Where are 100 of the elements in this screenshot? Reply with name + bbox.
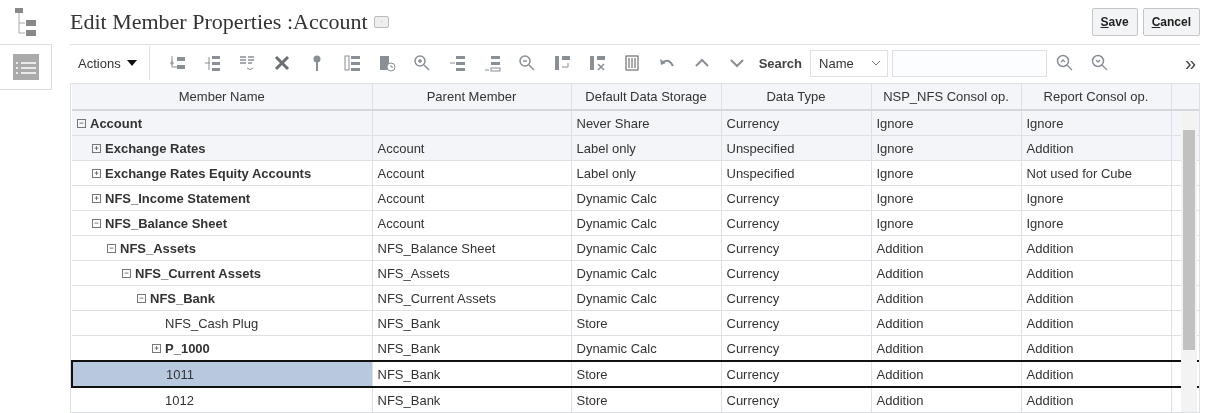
table-cell: Addition xyxy=(1026,290,1074,306)
table-cell: Ignore xyxy=(1026,215,1064,231)
search-field[interactable] xyxy=(892,49,1047,77)
member-name[interactable]: NFS_Income Statement xyxy=(105,190,251,206)
member-name[interactable]: Account xyxy=(90,115,142,131)
table-cell: Currency xyxy=(726,366,780,382)
member-name[interactable]: Exchange Rates Equity Accounts xyxy=(105,165,312,181)
table-cell: Ignore xyxy=(1026,190,1064,206)
list-icon xyxy=(343,54,362,72)
table-cell: Ignore xyxy=(876,165,914,181)
table-cell: Never Share xyxy=(576,115,650,131)
save-button[interactable]: Save xyxy=(1091,8,1138,36)
table-cell: Currency xyxy=(726,240,780,256)
page-title: Edit Member Properties :Account xyxy=(70,9,368,35)
table-cell: Not used for Cube xyxy=(1026,165,1132,181)
table-cell: Account xyxy=(377,165,425,181)
search-down-icon xyxy=(1090,54,1109,72)
table-cell: Addition xyxy=(876,392,924,408)
search-up-icon xyxy=(1055,54,1074,72)
tree-icon xyxy=(14,7,38,37)
search-label: Search xyxy=(758,55,802,71)
table-cell: Addition xyxy=(876,366,924,382)
table-cell: Store xyxy=(576,392,608,408)
table-cell: Addition xyxy=(876,240,924,256)
table-cell: NFS_Bank xyxy=(377,392,441,408)
collapse-icon[interactable] xyxy=(77,118,86,128)
collapse-icon[interactable] xyxy=(137,293,146,303)
table-cell: Addition xyxy=(1026,366,1074,382)
member-name[interactable]: NFS_Cash Plug xyxy=(165,315,259,331)
expand-icon[interactable] xyxy=(152,343,161,353)
table-cell: Dynamic Calc xyxy=(576,190,657,206)
table-cell: Ignore xyxy=(876,190,914,206)
chevron-down-icon xyxy=(871,60,881,66)
table-cell: Dynamic Calc xyxy=(576,290,657,306)
table-cell: Store xyxy=(576,315,608,331)
expand-rows-icon xyxy=(448,54,467,72)
table-cell: Addition xyxy=(1026,340,1074,356)
table-cell: Unspecified xyxy=(726,140,795,156)
member-name[interactable]: NFS_Current Assets xyxy=(135,265,261,281)
table-cell: Addition xyxy=(1026,392,1074,408)
actions-menu[interactable]: Actions xyxy=(78,46,150,80)
table-cell: Addition xyxy=(1026,265,1074,281)
table-cell: Addition xyxy=(1026,315,1074,331)
table-cell: Currency xyxy=(726,215,780,231)
table-cell: Currency xyxy=(726,265,780,281)
table-cell: NFS_Bank xyxy=(377,315,441,331)
move-icon xyxy=(553,54,572,72)
member-name[interactable]: 1011 xyxy=(166,366,194,382)
columns-icon xyxy=(623,54,642,72)
table-cell: Dynamic Calc xyxy=(576,265,657,281)
table-cell: NFS_Bank xyxy=(377,340,441,356)
table-cell: NFS_Current Assets xyxy=(377,290,496,306)
table-cell: NFS_Balance Sheet xyxy=(377,240,496,256)
search-by-dropdown[interactable]: Name xyxy=(810,49,888,77)
overflow-button[interactable]: » xyxy=(1180,51,1200,75)
member-name[interactable]: NFS_Balance Sheet xyxy=(105,215,228,231)
table-cell: Currency xyxy=(726,290,780,306)
member-name[interactable]: NFS_Bank xyxy=(150,290,216,306)
collapse-icon[interactable] xyxy=(122,268,131,278)
table-cell: Currency xyxy=(726,115,780,131)
table-cell: Ignore xyxy=(876,140,914,156)
expand-icon[interactable] xyxy=(92,193,101,203)
member-name[interactable]: 1012 xyxy=(165,392,194,408)
cancel-button[interactable]: Cancel xyxy=(1142,8,1200,36)
table-cell: Label only xyxy=(576,165,636,181)
table-cell: Ignore xyxy=(876,115,914,131)
table-cell: Addition xyxy=(1026,140,1074,156)
table-cell: NFS_Bank xyxy=(377,366,441,382)
column-header[interactable]: Member Name xyxy=(178,89,265,104)
table-cell: Dynamic Calc xyxy=(576,240,657,256)
collapse-icon[interactable] xyxy=(92,218,101,228)
table-cell: Account xyxy=(377,190,425,206)
table-cell: Addition xyxy=(1026,240,1074,256)
expand-icon[interactable] xyxy=(92,168,101,178)
member-name[interactable]: NFS_Assets xyxy=(120,240,196,256)
member-name[interactable]: P_1000 xyxy=(165,340,210,356)
table-cell: NFS_Assets xyxy=(377,265,450,281)
table-cell: Dynamic Calc xyxy=(576,215,657,231)
table-cell: Currency xyxy=(726,340,780,356)
table-cell: Currency xyxy=(726,190,780,206)
add-sibling-icon xyxy=(203,54,222,72)
table-cell: Addition xyxy=(876,340,924,356)
history-icon xyxy=(378,54,397,72)
side-tab[interactable] xyxy=(0,45,52,90)
table-cell: Currency xyxy=(726,392,780,408)
table-cell: Ignore xyxy=(876,215,914,231)
table-cell: Addition xyxy=(876,315,924,331)
add-child-icon xyxy=(168,54,187,72)
title-dropdown[interactable] xyxy=(373,16,389,28)
collapse-rows-icon xyxy=(483,54,502,72)
collapse-icon[interactable] xyxy=(107,243,116,253)
table-cell: Ignore xyxy=(1026,115,1064,131)
table-cell: Store xyxy=(576,366,608,382)
table-cell: Addition xyxy=(876,265,924,281)
scrollbar[interactable] xyxy=(1181,112,1197,412)
expand-icon[interactable] xyxy=(92,143,101,153)
remove-icon xyxy=(588,54,607,72)
table-cell: Unspecified xyxy=(726,165,795,181)
zoom-out-icon xyxy=(518,54,537,72)
list-icon xyxy=(12,54,39,80)
